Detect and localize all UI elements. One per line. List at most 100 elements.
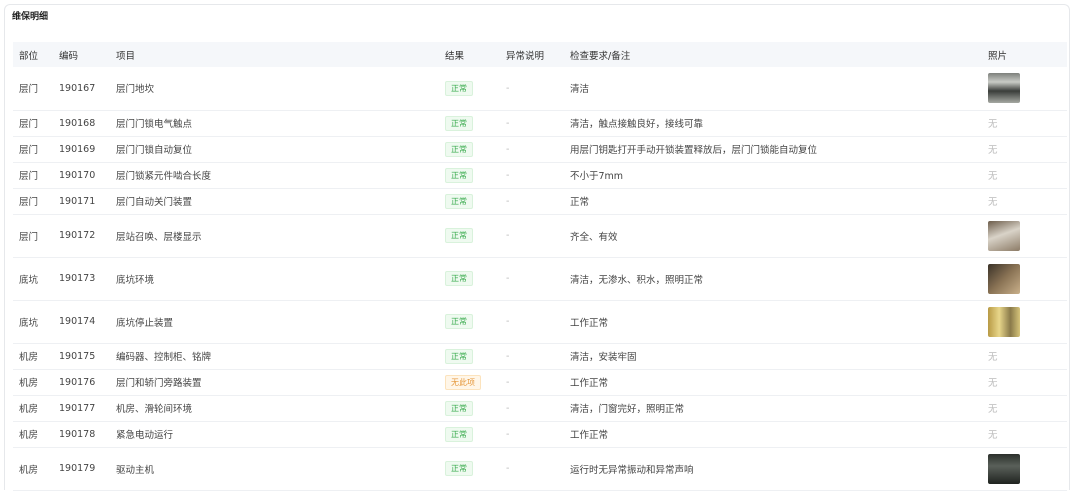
status-badge: 正常 <box>445 193 473 209</box>
cell-abnormal: - <box>506 402 510 414</box>
cell-item: 底坑停止装置 <box>116 317 174 329</box>
cell-photo-none: 无 <box>988 404 998 415</box>
cell-code: 190176 <box>59 376 96 388</box>
col-header-requirement: 检查要求/备注 <box>570 50 631 62</box>
photo-thumbnail[interactable] <box>988 453 1020 484</box>
cell-part: 层门 <box>19 119 39 130</box>
cell-code: 190175 <box>59 350 96 362</box>
cell-part: 机房 <box>19 378 39 389</box>
table-row: 层门 190171 层门自动关门装置 正常 - 正常 无 <box>13 188 1067 214</box>
cell-requirement: 清洁，触点接触良好，接线可靠 <box>570 119 704 130</box>
cell-part: 层门 <box>19 84 39 96</box>
cell-part: 机房 <box>19 464 39 476</box>
status-badge: 正常 <box>445 167 473 183</box>
status-badge: 正常 <box>445 314 473 329</box>
col-header-part: 部位 <box>19 50 39 62</box>
cell-part: 层门 <box>19 197 39 208</box>
col-header-result: 结果 <box>445 50 465 62</box>
table-row: 机房 190175 编码器、控制柜、铭牌 正常 - 清洁，安装牢固 无 <box>13 343 1067 369</box>
cell-part: 底坑 <box>19 317 39 329</box>
cell-item: 层门地坎 <box>116 84 155 96</box>
cell-abnormal: - <box>506 143 510 155</box>
table-row: 层门 190167 层门地坎 正常 - 清洁 <box>13 67 1067 110</box>
cell-photo-none: 无 <box>988 171 998 182</box>
photo-thumbnail[interactable] <box>988 220 1020 251</box>
cell-photo-none: 无 <box>988 119 998 130</box>
cell-code: 190173 <box>59 273 96 284</box>
cell-part: 机房 <box>19 430 39 441</box>
cell-item: 机房、滑轮间环境 <box>116 404 193 415</box>
status-badge: 正常 <box>445 271 473 286</box>
cell-requirement: 不小于7mm <box>570 171 624 182</box>
cell-requirement: 工作正常 <box>570 378 609 389</box>
status-badge: 正常 <box>445 400 473 416</box>
cell-requirement: 工作正常 <box>570 317 609 329</box>
cell-abnormal: - <box>506 195 510 207</box>
cell-abnormal: - <box>506 316 510 327</box>
col-header-code: 编码 <box>59 50 79 62</box>
cell-requirement: 清洁，安装牢固 <box>570 352 637 363</box>
cell-part: 底坑 <box>19 274 39 286</box>
col-header-abnormal: 异常说明 <box>506 50 545 62</box>
cell-code: 190177 <box>59 402 96 414</box>
cell-photo-none: 无 <box>988 378 998 389</box>
cell-item: 编码器、控制柜、铭牌 <box>116 352 212 363</box>
photo-thumbnail[interactable] <box>988 73 1020 104</box>
cell-requirement: 运行时无异常振动和异常声响 <box>570 464 694 476</box>
table-row: 层门 190168 层门门锁电气触点 正常 - 清洁，触点接触良好，接线可靠 无 <box>13 110 1067 136</box>
cell-code: 190170 <box>59 169 96 181</box>
cell-requirement: 用层门钥匙打开手动开锁装置释放后，层门门锁能自动复位 <box>570 145 818 156</box>
status-badge: 正常 <box>445 141 473 157</box>
status-badge: 正常 <box>445 461 473 476</box>
status-badge: 无此项 <box>445 374 481 390</box>
cell-item: 层门门锁电气触点 <box>116 119 193 130</box>
cell-code: 190172 <box>59 230 96 241</box>
cell-code: 190179 <box>59 463 96 474</box>
cell-part: 机房 <box>19 352 39 363</box>
photo-thumbnail[interactable] <box>988 306 1020 337</box>
cell-item: 紧急电动运行 <box>116 430 174 441</box>
table-row: 机房 190177 机房、滑轮间环境 正常 - 清洁，门窗完好，照明正常 无 <box>13 395 1067 421</box>
cell-code: 190169 <box>59 143 96 155</box>
cell-requirement: 齐全、有效 <box>570 231 618 243</box>
table-row: 机房 190176 层门和轿门旁路装置 无此项 - 工作正常 无 <box>13 369 1067 395</box>
cell-code: 190168 <box>59 117 96 129</box>
cell-item: 驱动主机 <box>116 464 155 476</box>
table-row: 底坑 190173 底坑环境 正常 - 清洁，无渗水、积水，照明正常 <box>13 257 1067 300</box>
cell-code: 190171 <box>59 195 96 207</box>
cell-part: 层门 <box>19 231 39 243</box>
status-badge: 正常 <box>445 80 473 96</box>
cell-photo-none: 无 <box>988 197 998 208</box>
cell-abnormal: - <box>506 82 510 94</box>
cell-item: 层门和轿门旁路装置 <box>116 378 202 389</box>
cell-code: 190178 <box>59 428 96 440</box>
table-row: 机房 190179 驱动主机 正常 - 运行时无异常振动和异常声响 <box>13 447 1067 490</box>
maintenance-detail-card: 维保明细 部位 编码 项目 结果 异常说明 检查要求/备注 照片 层门 1901… <box>4 4 1070 490</box>
col-header-item: 项目 <box>116 50 136 62</box>
cell-abnormal: - <box>506 463 510 474</box>
status-badge: 正常 <box>445 426 473 442</box>
cell-abnormal: - <box>506 428 510 440</box>
table-header: 部位 编码 项目 结果 异常说明 检查要求/备注 照片 <box>13 42 1067 67</box>
table-row: 层门 190172 层站召唤、层楼显示 正常 - 齐全、有效 <box>13 214 1067 257</box>
cell-photo-none: 无 <box>988 430 998 441</box>
cell-abnormal: - <box>506 117 510 129</box>
photo-thumbnail[interactable] <box>988 263 1020 294</box>
cell-abnormal: - <box>506 350 510 362</box>
cell-code: 190167 <box>59 82 96 94</box>
cell-requirement: 清洁，门窗完好，照明正常 <box>570 404 685 415</box>
cell-part: 层门 <box>19 145 39 156</box>
cell-abnormal: - <box>506 376 510 388</box>
table-row: 层门 190170 层门锁紧元件啮合长度 正常 - 不小于7mm 无 <box>13 162 1067 188</box>
cell-code: 190174 <box>59 316 96 327</box>
cell-item: 层门自动关门装置 <box>116 197 193 208</box>
cell-photo-none: 无 <box>988 145 998 156</box>
table-row: 层门 190169 层门门锁自动复位 正常 - 用层门钥匙打开手动开锁装置释放后… <box>13 136 1067 162</box>
status-badge: 正常 <box>445 348 473 364</box>
cell-requirement: 正常 <box>570 197 590 208</box>
cell-item: 层门锁紧元件啮合长度 <box>116 171 212 182</box>
cell-item: 层门门锁自动复位 <box>116 145 193 156</box>
cell-item: 层站召唤、层楼显示 <box>116 231 202 243</box>
cell-requirement: 清洁，无渗水、积水，照明正常 <box>570 274 704 286</box>
status-badge: 正常 <box>445 115 473 131</box>
